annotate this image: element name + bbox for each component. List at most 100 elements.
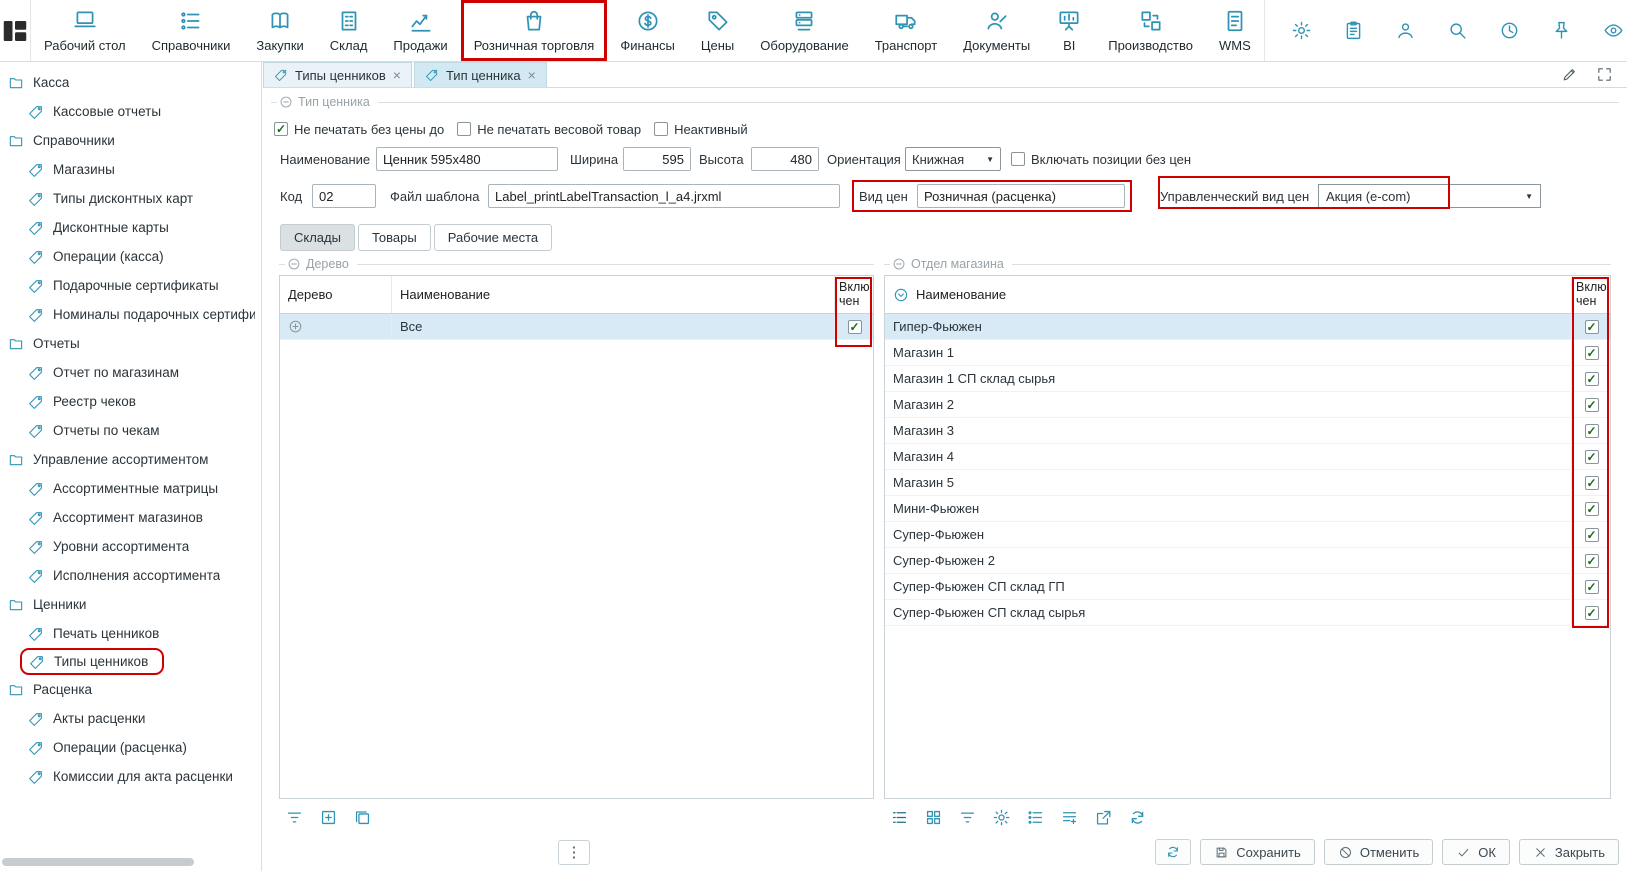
orientation-select[interactable]: Книжная ▼ (905, 147, 1001, 171)
form-checkbox[interactable] (274, 122, 288, 136)
document-tab[interactable]: Тип ценника × (414, 62, 547, 87)
row-enabled-checkbox[interactable] (1585, 554, 1599, 568)
sidebar-item[interactable]: Операции (касса) (0, 242, 261, 271)
sidebar-item[interactable]: Комиссии для акта расценки (0, 762, 261, 791)
notes-icon[interactable] (1343, 20, 1364, 41)
row-enabled-checkbox[interactable] (1585, 528, 1599, 542)
row-enabled-checkbox[interactable] (1585, 372, 1599, 386)
code-input[interactable] (312, 184, 376, 208)
table-row[interactable]: Супер-Фьюжен СП склад сырья (885, 600, 1610, 626)
sidebar-horizontal-scrollbar[interactable] (2, 858, 194, 866)
addlist-icon[interactable] (1060, 808, 1079, 827)
tab-close-icon[interactable]: × (528, 68, 536, 82)
detail-subtab[interactable]: Склады (280, 224, 355, 251)
app-logo[interactable] (0, 0, 31, 61)
gear-icon[interactable] (992, 808, 1011, 827)
topbar-item[interactable]: Справочники (139, 0, 244, 61)
table-row[interactable]: Магазин 3 (885, 418, 1610, 444)
sidebar-item[interactable]: Акты расценки (0, 704, 261, 733)
sidebar-item[interactable]: Операции (расценка) (0, 733, 261, 762)
include-no-price-checkbox[interactable] (1011, 152, 1025, 166)
more-options-button[interactable]: ⋮ (558, 840, 590, 865)
filter-icon[interactable] (285, 808, 304, 827)
collapse-icon[interactable] (892, 257, 906, 271)
sidebar-item[interactable]: Типы ценников (20, 648, 164, 675)
topbar-item[interactable]: WMS (1206, 0, 1264, 61)
refresh-button[interactable] (1155, 839, 1191, 865)
row-enabled-checkbox[interactable] (1585, 606, 1599, 620)
topbar-item[interactable]: BI (1043, 0, 1095, 61)
mgmt-price-kind-select[interactable]: Акция (e-com) ▼ (1318, 184, 1541, 208)
collapse-icon[interactable] (279, 95, 293, 109)
footer-button[interactable]: Закрыть (1519, 839, 1619, 865)
topbar-item[interactable]: Склад (317, 0, 381, 61)
footer-button[interactable]: Отменить (1324, 839, 1433, 865)
tab-close-icon[interactable]: × (393, 68, 401, 82)
table-row[interactable]: Магазин 4 (885, 444, 1610, 470)
table-row[interactable]: Супер-Фьюжен 2 (885, 548, 1610, 574)
sidebar-item[interactable]: Управление ассортиментом (0, 445, 261, 474)
topbar-item[interactable]: Транспорт (862, 0, 951, 61)
clock-icon[interactable] (1499, 20, 1520, 41)
sidebar-item[interactable]: Типы дисконтных карт (0, 184, 261, 213)
row-enabled-checkbox[interactable] (1585, 398, 1599, 412)
sidebar-item[interactable]: Подарочные сертификаты (0, 271, 261, 300)
column-header-tree[interactable]: Дерево (280, 276, 392, 313)
row-enabled-checkbox[interactable] (1585, 320, 1599, 334)
sidebar-item[interactable]: Магазины (0, 155, 261, 184)
footer-button[interactable]: Сохранить (1200, 839, 1315, 865)
table-row[interactable]: Магазин 2 (885, 392, 1610, 418)
sidebar-item[interactable]: Уровни ассортимента (0, 532, 261, 561)
chevron-circle-icon[interactable] (893, 287, 909, 303)
detail-subtab[interactable]: Товары (358, 224, 431, 251)
table-row[interactable]: Магазин 1 СП склад сырья (885, 366, 1610, 392)
topbar-item[interactable]: Продажи (380, 0, 460, 61)
collapse-icon[interactable] (287, 257, 301, 271)
table-row[interactable]: Супер-Фьюжен (885, 522, 1610, 548)
row-enabled-checkbox[interactable] (848, 320, 862, 334)
height-input[interactable] (751, 147, 819, 171)
settings-icon[interactable] (1291, 20, 1312, 41)
sidebar-item[interactable]: Ассортимент магазинов (0, 503, 261, 532)
detail-subtab[interactable]: Рабочие места (434, 224, 552, 251)
sync-icon[interactable] (1128, 808, 1147, 827)
sidebar-item[interactable]: Дисконтные карты (0, 213, 261, 242)
name-input[interactable] (376, 147, 558, 171)
plusbox-icon[interactable] (319, 808, 338, 827)
gridview-icon[interactable] (924, 808, 943, 827)
width-input[interactable] (623, 147, 691, 171)
numlist-icon[interactable] (1026, 808, 1045, 827)
column-header-enabled[interactable]: Включен (835, 276, 873, 313)
sidebar-item[interactable]: Номиналы подарочных сертификато (0, 300, 261, 329)
eye-icon[interactable] (1603, 20, 1624, 41)
column-header-enabled[interactable]: Включен (1572, 276, 1610, 313)
topbar-item[interactable]: Цены (688, 0, 747, 61)
row-enabled-checkbox[interactable] (1585, 346, 1599, 360)
form-checkbox[interactable] (457, 122, 471, 136)
fullscreen-icon[interactable] (1596, 66, 1613, 83)
sidebar-item[interactable]: Расценка (0, 675, 261, 704)
stack-icon[interactable] (353, 808, 372, 827)
form-checkbox[interactable] (654, 122, 668, 136)
row-enabled-checkbox[interactable] (1585, 502, 1599, 516)
table-row[interactable]: Магазин 5 (885, 470, 1610, 496)
column-header-name[interactable]: Наименование (392, 276, 835, 313)
topbar-item[interactable]: Производство (1095, 0, 1206, 61)
sidebar-item[interactable]: Ценники (0, 590, 261, 619)
topbar-item[interactable]: Рабочий стол (31, 0, 139, 61)
search-icon[interactable] (1447, 20, 1468, 41)
topbar-item[interactable]: Закупки (243, 0, 316, 61)
sidebar-item[interactable]: Касса (0, 68, 261, 97)
column-header-name[interactable]: Наименование (885, 276, 1572, 313)
table-row[interactable]: Магазин 1 (885, 340, 1610, 366)
row-enabled-checkbox[interactable] (1585, 424, 1599, 438)
expand-plus-icon[interactable] (288, 319, 303, 334)
sidebar-item[interactable]: Отчеты по чекам (0, 416, 261, 445)
sidebar-item[interactable]: Справочники (0, 126, 261, 155)
template-file-input[interactable] (488, 184, 840, 208)
table-row[interactable]: Мини-Фьюжен (885, 496, 1610, 522)
row-enabled-checkbox[interactable] (1585, 450, 1599, 464)
table-row[interactable]: Супер-Фьюжен СП склад ГП (885, 574, 1610, 600)
sidebar-item[interactable]: Отчет по магазинам (0, 358, 261, 387)
pin-icon[interactable] (1551, 20, 1572, 41)
